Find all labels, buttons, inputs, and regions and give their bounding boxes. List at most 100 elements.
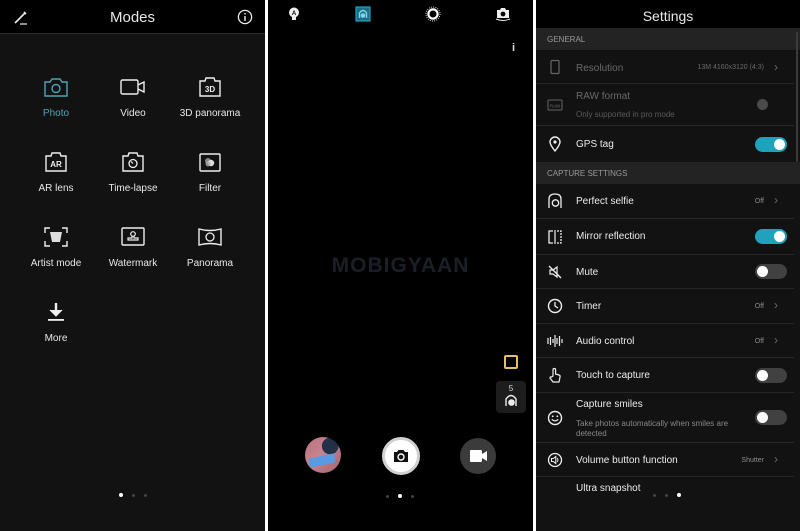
setting-perfect-selfie[interactable]: Perfect selfie Off › (536, 184, 794, 219)
mode-watermark[interactable]: Watermark (89, 226, 177, 286)
mode-label: Time-lapse (108, 183, 158, 194)
mode-artist-mode[interactable]: Artist mode (12, 226, 100, 286)
setting-label: Timer (576, 301, 602, 312)
mute-icon (548, 265, 562, 279)
mode-label: AR lens (38, 183, 74, 194)
switch-camera-icon[interactable] (495, 6, 511, 22)
mode-label: Filter (198, 183, 222, 194)
chevron-right-icon: › (774, 298, 778, 312)
setting-sublabel: Only supported in pro mode (576, 110, 675, 119)
mode-label: More (44, 333, 68, 344)
record-video-button[interactable] (460, 438, 496, 474)
settings-header: Settings (536, 0, 800, 28)
mode-video[interactable]: Video (89, 76, 177, 136)
setting-audio-control[interactable]: Audio control Off › (536, 324, 794, 358)
mode-label: Panorama (186, 258, 234, 269)
setting-resolution[interactable]: Resolution 13M 4160x3120 (4:3) › (536, 50, 794, 84)
setting-value: Off (754, 338, 764, 345)
setting-value: Off (754, 198, 764, 205)
page-indicator (119, 493, 147, 497)
setting-label: Capture smiles (576, 399, 643, 410)
setting-volume-button-function[interactable]: Volume button function Shutter › (536, 443, 794, 477)
setting-label: GPS tag (576, 139, 614, 150)
capture-smiles-toggle[interactable] (755, 410, 787, 425)
page-dot (653, 493, 656, 497)
mode-3d-panorama[interactable]: 3D 3D panorama (166, 76, 254, 136)
setting-value: Shutter (741, 457, 764, 464)
mode-more[interactable]: More (12, 301, 100, 361)
mode-label: 3D panorama (179, 108, 241, 119)
setting-label: Volume button function (576, 455, 678, 466)
mode-photo[interactable]: Photo (12, 76, 100, 136)
scrollbar[interactable] (796, 32, 798, 162)
page-title: Modes (109, 9, 156, 26)
mode-label: Photo (42, 108, 70, 119)
beauty-mode-icon[interactable] (355, 6, 371, 22)
setting-capture-smiles[interactable]: Capture smiles Take photos automatically… (536, 393, 794, 443)
selfie-icon (548, 193, 562, 208)
gallery-thumbnail[interactable] (305, 437, 341, 473)
page-title: Settings (642, 8, 694, 24)
burst-count: 5 (508, 384, 514, 393)
camera-icon (394, 450, 408, 462)
beauty-level-icon (505, 394, 517, 406)
phone-outline-icon (550, 59, 560, 75)
setting-label: Resolution (576, 63, 624, 74)
setting-value: 13M 4160x3120 (4:3) (697, 64, 764, 71)
setting-label: Touch to capture (576, 370, 650, 381)
shutter-button[interactable] (382, 437, 420, 475)
setting-gps-tag[interactable]: GPS tag (536, 126, 794, 162)
mirror-icon (548, 230, 562, 244)
flash-auto-icon[interactable]: A (286, 6, 302, 22)
clock-icon (547, 298, 563, 314)
mode-label: Artist mode (30, 258, 82, 269)
watermark-icon (121, 227, 145, 246)
setting-ultra-snapshot[interactable]: Ultra snapshot (536, 477, 794, 507)
setting-timer[interactable]: Timer Off › (536, 289, 794, 324)
setting-label: Audio control (576, 336, 635, 347)
setting-touch-to-capture[interactable]: Touch to capture (536, 358, 794, 393)
page-indicator (386, 494, 414, 498)
setting-mute[interactable]: Mute (536, 255, 794, 289)
mode-ar-lens[interactable]: AR AR lens (12, 151, 100, 211)
setting-label: Ultra snapshot (576, 483, 641, 494)
page-dot (411, 494, 414, 498)
page-dot (665, 493, 668, 497)
ar-sticker-button[interactable] (504, 355, 518, 369)
gps-tag-toggle[interactable] (755, 137, 787, 152)
raw-format-toggle[interactable] (755, 97, 787, 112)
info-button[interactable]: i (512, 42, 515, 54)
mode-filter[interactable]: Filter (166, 151, 254, 211)
download-icon (48, 303, 64, 321)
chevron-right-icon: › (774, 60, 778, 74)
3d-panorama-icon: 3D (199, 77, 221, 97)
volume-icon (547, 452, 563, 468)
camera-icon (44, 78, 68, 97)
setting-label: Perfect selfie (576, 196, 634, 207)
settings-screen: Settings GENERAL Resolution 13M 4160x312… (536, 0, 800, 531)
ar-lens-icon: AR (45, 152, 67, 172)
svg-text:3D: 3D (205, 85, 215, 94)
time-lapse-icon (122, 152, 144, 172)
page-dot (132, 493, 135, 497)
mute-toggle[interactable] (755, 264, 787, 279)
mirror-reflection-toggle[interactable] (755, 229, 787, 244)
audio-wave-icon (547, 335, 563, 347)
video-icon (470, 450, 487, 462)
mode-label: Watermark (108, 258, 158, 269)
page-dot-active (398, 494, 402, 498)
setting-mirror-reflection[interactable]: Mirror reflection (536, 219, 794, 255)
touch-to-capture-toggle[interactable] (755, 368, 787, 383)
info-icon[interactable] (237, 9, 253, 25)
burst-button[interactable]: 5 (496, 381, 526, 413)
watermark-text: MOBIGYAAN (331, 254, 470, 277)
setting-label: RAW format (576, 91, 631, 102)
panorama-icon (198, 228, 222, 246)
live-photo-icon[interactable] (425, 6, 441, 22)
setting-raw-format[interactable]: RAW RAW format Only supported in pro mod… (536, 84, 794, 126)
modes-screen: Modes Photo Video 3D 3D panorama AR AR l… (0, 0, 265, 531)
mode-panorama[interactable]: Panorama (166, 226, 254, 286)
mode-time-lapse[interactable]: Time-lapse (89, 151, 177, 211)
mode-label: Video (120, 108, 146, 119)
smile-icon (547, 410, 563, 426)
